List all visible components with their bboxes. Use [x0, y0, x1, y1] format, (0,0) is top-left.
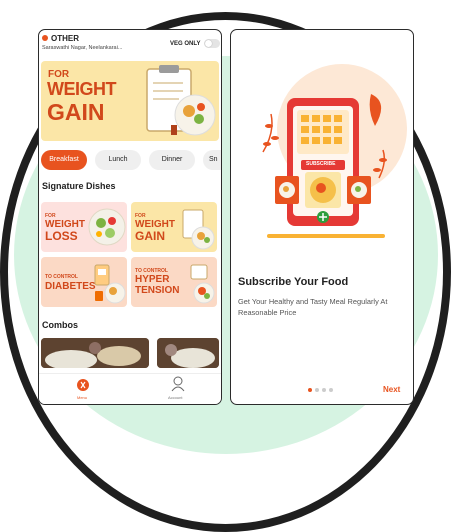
- page-indicator-dot: [329, 388, 333, 392]
- combo-food-image: [157, 338, 219, 368]
- dish-card-weight-loss[interactable]: FOR WEIGHT LOSS: [41, 202, 127, 252]
- combos-title: Combos: [42, 320, 78, 330]
- combo-card[interactable]: [157, 338, 219, 368]
- dish-card-title-2: LOSS: [45, 229, 78, 243]
- page-indicator-dot: [322, 388, 326, 392]
- signature-dishes-title: Signature Dishes: [42, 181, 116, 191]
- dish-card-small-label: TO CONTROL: [45, 274, 78, 280]
- diet-clipboard-icon: [146, 65, 216, 136]
- location-pin-icon: [42, 35, 48, 41]
- tab-snacks[interactable]: Sn: [203, 150, 221, 170]
- combo-food-image: [41, 338, 149, 368]
- page-indicator-dot-active: [308, 388, 312, 392]
- banner-line-3: GAIN: [47, 99, 105, 125]
- location-title: OTHER: [51, 34, 79, 43]
- dish-card-title-1: HYPER: [135, 274, 170, 285]
- banner-line-2: WEIGHT: [47, 79, 117, 99]
- dish-card-hypertension[interactable]: TO CONTROL HYPER TENSION: [131, 257, 217, 307]
- glucose-meter-icon: [94, 264, 126, 304]
- toggle-knob: [205, 40, 212, 47]
- dish-card-title-2: TENSION: [135, 285, 180, 296]
- fork-knife-icon: [80, 381, 86, 389]
- account-tab-icon[interactable]: [171, 376, 185, 392]
- bp-monitor-icon: [190, 264, 215, 304]
- phone-onboarding-screen: SUBSCRIBE Subscribe Your Food Get Your H…: [230, 29, 414, 405]
- bottom-tab-bar: Menu Account: [39, 373, 221, 404]
- promo-banner[interactable]: FOR WEIGHT GAIN: [41, 61, 219, 141]
- menu-tab-icon[interactable]: [77, 379, 89, 391]
- location-address: Saraswathi Nagar, Neelankarai...: [42, 45, 123, 51]
- dish-card-diabetes[interactable]: TO CONTROL DIABETES: [41, 257, 127, 307]
- meal-plate-icon: [182, 209, 215, 250]
- page-indicator-dot: [315, 388, 319, 392]
- tab-breakfast[interactable]: Breakfast: [41, 150, 87, 170]
- location-header[interactable]: OTHER Saraswathi Nagar, Neelankarai... V…: [42, 34, 220, 56]
- dish-card-title-1: DIABETES: [45, 281, 96, 292]
- account-tab-label[interactable]: Account: [168, 395, 182, 400]
- veg-only-label: VEG ONLY: [170, 41, 201, 47]
- subscribe-phone-illustration: [262, 94, 387, 238]
- combo-card[interactable]: [41, 338, 149, 368]
- phone-home-screen: OTHER Saraswathi Nagar, Neelankarai... V…: [38, 29, 222, 405]
- next-button[interactable]: Next: [383, 385, 400, 394]
- dish-card-weight-gain[interactable]: FOR WEIGHT GAIN: [131, 202, 217, 252]
- veg-only-toggle[interactable]: [204, 39, 220, 48]
- salad-bowl-icon: [88, 208, 126, 246]
- subscribe-badge-text: SUBSCRIBE: [306, 161, 336, 167]
- menu-tab-label[interactable]: Menu: [77, 395, 87, 400]
- tab-dinner[interactable]: Dinner: [149, 150, 195, 170]
- onboarding-description: Get Your Healthy and Tasty Meal Regularl…: [238, 297, 388, 317]
- meal-category-tabs: Breakfast Lunch Dinner Sn: [41, 150, 221, 170]
- onboarding-title: Subscribe Your Food: [238, 276, 349, 288]
- dish-card-title-2: GAIN: [135, 229, 165, 243]
- tab-lunch[interactable]: Lunch: [95, 150, 141, 170]
